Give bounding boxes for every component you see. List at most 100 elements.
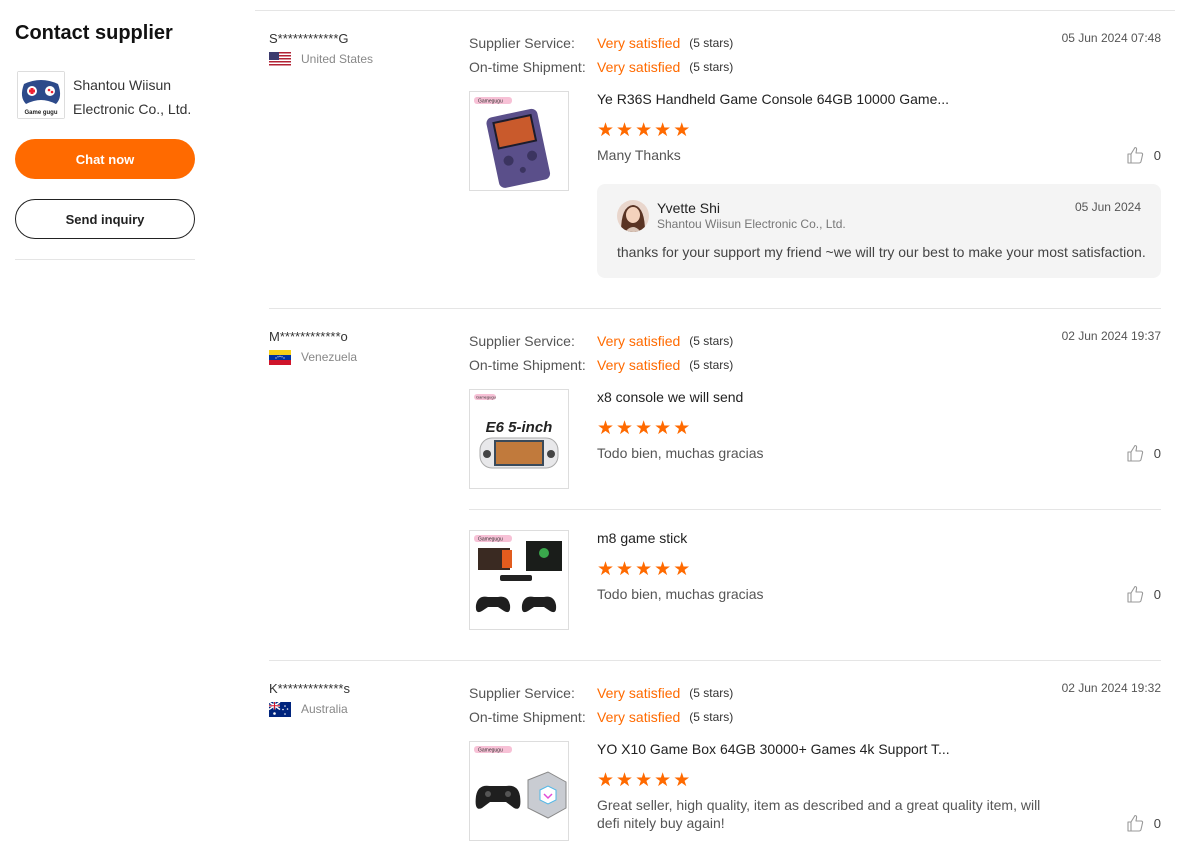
star-icon: ★: [654, 769, 672, 791]
shipment-label: On-time Shipment:: [469, 709, 586, 725]
thumbs-up-icon: [1127, 146, 1143, 164]
star-icon: ★: [616, 417, 634, 439]
like-button[interactable]: 0: [1126, 146, 1161, 164]
like-count: 0: [1153, 147, 1161, 163]
product-thumbnail[interactable]: Gamegugu E6 5-inch: [469, 389, 569, 489]
reviewer-country: Venezuela: [269, 349, 357, 365]
star-icon: ★: [635, 769, 653, 791]
star-icon: ★: [635, 417, 653, 439]
contact-supplier-title: Contact supplier: [15, 22, 173, 44]
review-divider: [269, 660, 1161, 661]
shipment-label: On-time Shipment:: [469, 59, 586, 75]
supplier-service-label: Supplier Service:: [469, 685, 575, 701]
item-divider: [469, 509, 1161, 510]
star-icon: ★: [616, 558, 634, 580]
review-card: K*************s Australia Supplier Servi…: [269, 681, 1161, 725]
shipment-stars: (5 stars): [689, 358, 734, 372]
australia-flag-icon: [269, 701, 291, 717]
like-count: 0: [1153, 586, 1161, 602]
reviewer-name: K*************s: [269, 681, 350, 696]
shipment-stars: (5 stars): [689, 710, 734, 724]
product-title[interactable]: x8 console we will send: [597, 389, 743, 405]
star-icon: ★: [616, 769, 634, 791]
supplier-name[interactable]: Shantou Wiisun Electronic Co., Ltd.: [73, 73, 198, 121]
review-item: Gamegugu E6 5-inch x8 console we will se…: [469, 389, 1161, 489]
star-icon: ★: [597, 119, 615, 141]
reviewer-country: Australia: [269, 701, 348, 717]
product-thumbnail[interactable]: Gamegugu: [469, 741, 569, 841]
product-title[interactable]: YO X10 Game Box 64GB 30000+ Games 4k Sup…: [597, 741, 950, 757]
supplier-service-value: Very satisfied: [597, 35, 681, 51]
shipment-value: Very satisfied: [597, 357, 681, 373]
svg-text:Gamegugu: Gamegugu: [478, 748, 503, 754]
product-title[interactable]: Ye R36S Handheld Game Console 64GB 10000…: [597, 91, 949, 107]
supplier-service-value: Very satisfied: [597, 685, 681, 701]
like-button[interactable]: 0: [1126, 585, 1161, 603]
star-icon: ★: [597, 558, 615, 580]
shipment-label: On-time Shipment:: [469, 357, 586, 373]
shipment-stars: (5 stars): [689, 60, 734, 74]
review-date: 02 Jun 2024 19:37: [1061, 329, 1161, 343]
reply-author: Yvette Shi: [657, 200, 721, 216]
like-button[interactable]: 0: [1126, 444, 1161, 462]
star-icon: ★: [635, 558, 653, 580]
star-icon: ★: [597, 769, 615, 791]
product-rating: ★ ★ ★ ★ ★: [597, 119, 691, 141]
send-inquiry-button[interactable]: Send inquiry: [15, 199, 195, 239]
svg-text:Gamegugu: Gamegugu: [476, 395, 496, 400]
review-date: 02 Jun 2024 19:32: [1061, 681, 1161, 695]
sidebar-divider: [15, 259, 195, 260]
thumbs-up-icon: [1127, 585, 1143, 603]
svg-text:Game gugu: Game gugu: [24, 110, 57, 116]
star-icon: ★: [597, 417, 615, 439]
supplier-service-label: Supplier Service:: [469, 333, 575, 349]
review-text: Many Thanks: [597, 147, 681, 163]
supplier-service-stars: (5 stars): [689, 334, 734, 348]
star-icon: ★: [654, 417, 672, 439]
supplier-logo: Game gugu: [17, 71, 65, 119]
review-ratings: Supplier Service: Very satisfied (5 stars)…: [469, 329, 733, 377]
star-icon: ★: [673, 119, 691, 141]
shipment-value: Very satisfied: [597, 59, 681, 75]
avatar: [617, 200, 649, 232]
star-icon: ★: [654, 558, 672, 580]
product-thumbnail[interactable]: Gamegugu: [469, 91, 569, 191]
product-title[interactable]: m8 game stick: [597, 530, 687, 546]
review-item: Gamegugu m8 game stick ★ ★ ★ ★ ★ Todo bien, …: [469, 530, 1161, 630]
review-text: Todo bien, muchas gracias: [597, 445, 764, 461]
supplier-card[interactable]: Game gugu Shantou Wiisun Electronic Co.,…: [15, 71, 195, 121]
thumbs-up-icon: [1127, 814, 1143, 832]
supplier-service-stars: (5 stars): [689, 686, 734, 700]
supplier-reply: Yvette Shi Shantou Wiisun Electronic Co.…: [597, 184, 1161, 278]
reviewer-name: S************G: [269, 31, 349, 46]
star-icon: ★: [616, 119, 634, 141]
review-date: 05 Jun 2024 07:48: [1061, 31, 1161, 45]
thumbs-up-icon: [1127, 444, 1143, 462]
star-icon: ★: [673, 769, 691, 791]
review-ratings: Supplier Service: Very satisfied (5 stars)…: [469, 681, 733, 729]
us-flag-icon: [269, 51, 291, 67]
svg-text:Gamegugu: Gamegugu: [478, 537, 503, 543]
shipment-value: Very satisfied: [597, 709, 681, 725]
svg-text:Gamegugu: Gamegugu: [478, 99, 503, 105]
chat-now-button[interactable]: Chat now: [15, 139, 195, 179]
reply-date: 05 Jun 2024: [1074, 200, 1141, 214]
review-text: Great seller, high quality, item as desc…: [597, 797, 1041, 831]
product-rating: ★ ★ ★ ★ ★: [597, 558, 690, 580]
product-thumbnail[interactable]: Gamegugu: [469, 530, 569, 630]
review-item: Gamegugu YO X10 Game Box 64GB 30000+ Gam…: [469, 741, 1161, 841]
reply-text: thanks for your support my friend ~we wi…: [617, 244, 1146, 260]
like-button[interactable]: 0: [1126, 814, 1161, 832]
like-count: 0: [1153, 445, 1161, 461]
top-divider: [255, 10, 1175, 11]
star-icon: ★: [635, 119, 653, 141]
review-text: Todo bien, muchas gracias: [597, 586, 764, 602]
review-ratings: Supplier Service: Very satisfied (5 stars)…: [469, 31, 733, 79]
like-count: 0: [1153, 815, 1161, 831]
supplier-service-stars: (5 stars): [689, 36, 734, 50]
star-icon: ★: [673, 417, 691, 439]
review-divider: [269, 308, 1161, 309]
star-icon: ★: [654, 119, 672, 141]
supplier-service-value: Very satisfied: [597, 333, 681, 349]
reply-company: Shantou Wiisun Electronic Co., Ltd.: [657, 217, 846, 231]
